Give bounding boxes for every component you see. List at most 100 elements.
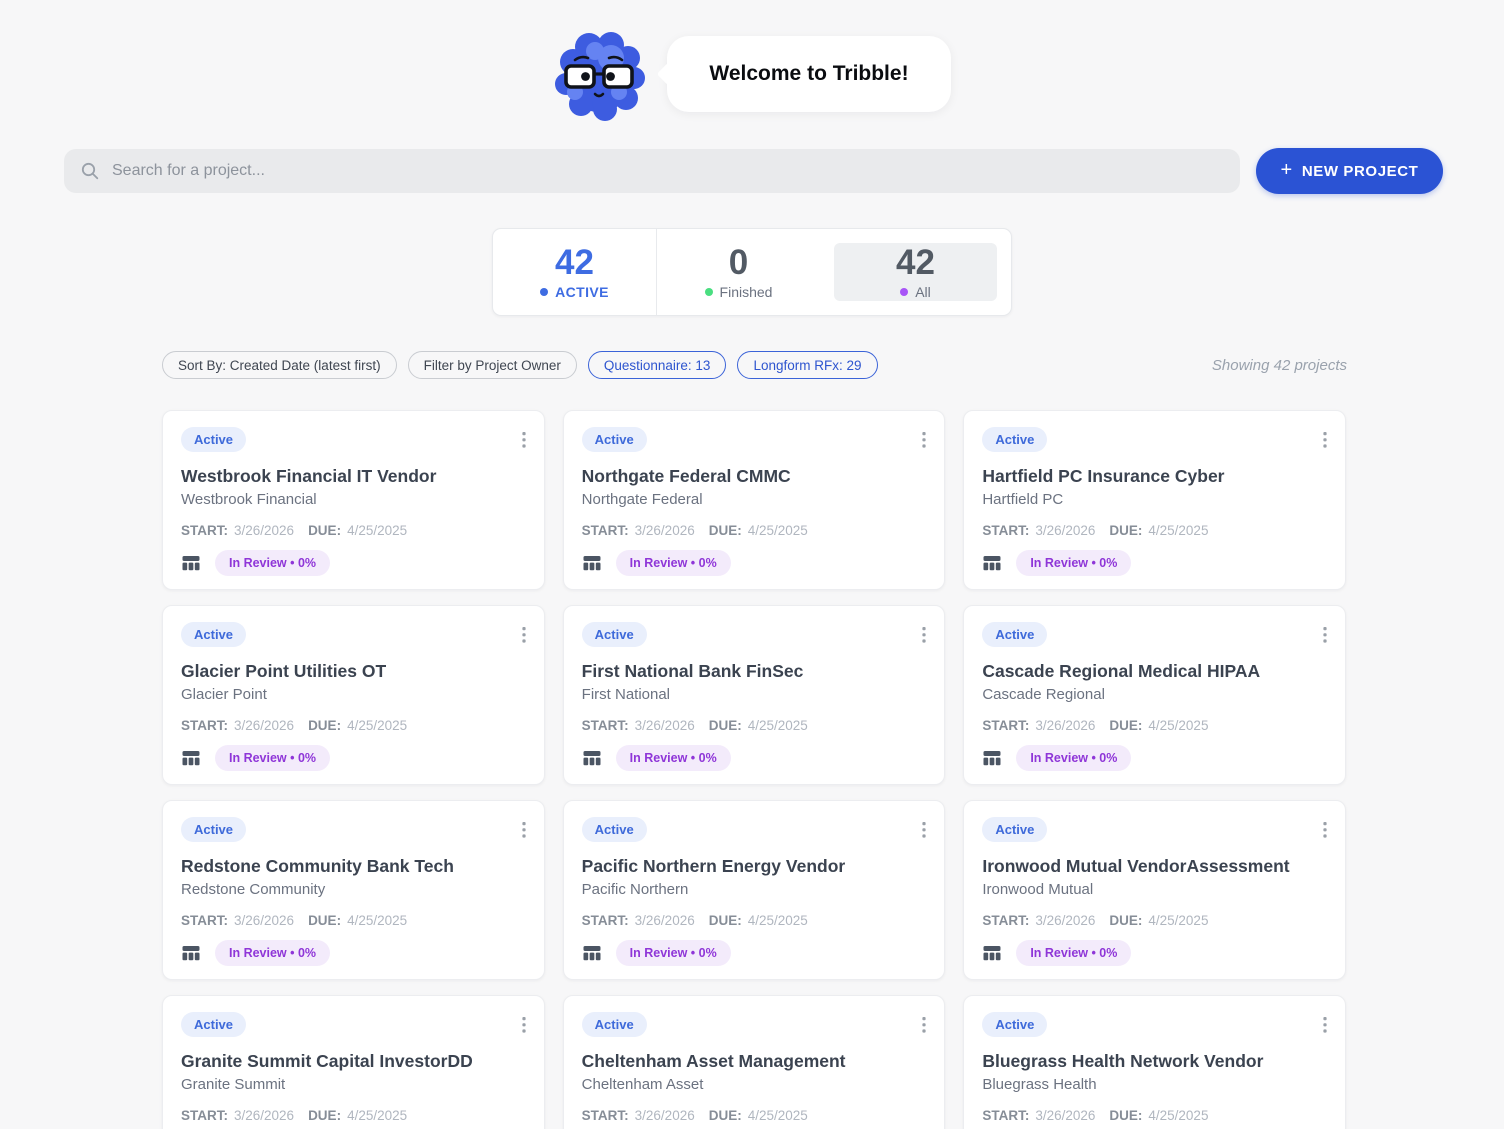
status-badge: Active [181,622,247,647]
kebab-menu-icon[interactable] [518,1013,530,1042]
review-status-badge: In Review • 0% [615,745,731,771]
stat-active[interactable]: 42 ACTIVE [493,229,656,315]
project-grid: Active Westbrook Financial IT Vendor Wes… [162,410,1346,1129]
project-dates: START: 3/26/2026 DUE: 4/25/2025 [982,1108,1327,1123]
status-badge: Active [581,1012,647,1037]
stat-finished-label: Finished [719,283,773,300]
stats-card: 42 ACTIVE 0 Finished 42 All [492,228,1012,316]
kebab-menu-icon[interactable] [918,818,930,847]
plus-icon: + [1280,159,1293,181]
project-card[interactable]: Active Glacier Point Utilities OT Glacie… [162,605,545,785]
project-card[interactable]: Active Bluegrass Health Network Vendor B… [963,995,1346,1129]
due-label: DUE: [1109,1108,1143,1123]
review-status-badge: In Review • 0% [1016,940,1132,966]
due-date: 4/25/2025 [347,913,408,928]
project-card[interactable]: Active Cheltenham Asset Management Chelt… [562,995,946,1129]
all-dot-icon [900,287,909,296]
project-subtitle: Pacific Northern [581,881,689,898]
questionnaire-table-icon [583,946,601,961]
project-title: First National Bank FinSec [581,661,804,681]
due-label: DUE: [308,718,342,733]
project-subtitle: Cascade Regional [982,686,1105,703]
project-card[interactable]: Active Westbrook Financial IT Vendor Wes… [162,410,545,590]
questionnaire-chip[interactable]: Questionnaire: 13 [587,351,727,379]
kebab-menu-icon[interactable] [518,623,530,652]
start-date: 3/26/2026 [234,523,295,538]
project-footer: In Review • 0% [181,745,526,771]
project-subtitle: Glacier Point [181,686,267,703]
project-footer: In Review • 0% [582,745,927,771]
project-card[interactable]: Active Redstone Community Bank Tech Reds… [162,800,545,980]
longform-rfx-chip[interactable]: Longform RFx: 29 [737,351,878,379]
start-date: 3/26/2026 [634,1108,695,1123]
kebab-menu-icon[interactable] [1319,1013,1331,1042]
due-date: 4/25/2025 [1148,718,1209,733]
project-card[interactable]: Active First National Bank FinSec First … [562,605,946,785]
kebab-menu-icon[interactable] [1319,818,1331,847]
kebab-menu-icon[interactable] [1319,623,1331,652]
kebab-menu-icon[interactable] [918,1013,930,1042]
project-dates: START: 3/26/2026 DUE: 4/25/2025 [582,523,927,538]
stat-active-label: ACTIVE [555,283,609,300]
review-status-badge: In Review • 0% [615,940,731,966]
project-title: Ironwood Mutual VendorAssessment [982,856,1290,876]
review-status-badge: In Review • 0% [1016,550,1132,576]
status-badge: Active [581,427,647,452]
start-label: START: [982,913,1030,928]
project-card[interactable]: Active Pacific Northern Energy Vendor Pa… [562,800,946,980]
project-subtitle: First National [581,686,671,703]
status-badge: Active [181,427,247,452]
project-card[interactable]: Active Cascade Regional Medical HIPAA Ca… [963,605,1346,785]
welcome-bubble: Welcome to Tribble! [667,36,951,112]
sort-by-chip[interactable]: Sort By: Created Date (latest first) [162,351,397,379]
project-dates: START: 3/26/2026 DUE: 4/25/2025 [181,1108,526,1123]
project-card[interactable]: Active Granite Summit Capital InvestorDD… [162,995,545,1129]
kebab-menu-icon[interactable] [518,818,530,847]
project-subtitle: Cheltenham Asset [581,1076,704,1093]
project-card[interactable]: Active Northgate Federal CMMC Northgate … [562,410,946,590]
project-footer: In Review • 0% [181,550,526,576]
start-label: START: [581,718,629,733]
start-label: START: [181,1108,228,1123]
search-box[interactable] [64,149,1240,193]
project-dates: START: 3/26/2026 DUE: 4/25/2025 [982,718,1327,733]
kebab-menu-icon[interactable] [918,428,930,457]
stat-all[interactable]: 42 All [834,243,997,301]
project-card[interactable]: Active Hartfield PC Insurance Cyber Hart… [963,410,1346,590]
stat-finished[interactable]: 0 Finished [657,229,820,315]
project-card[interactable]: Active Ironwood Mutual VendorAssessment … [963,800,1346,980]
project-subtitle: Redstone Community [181,881,326,898]
due-label: DUE: [308,523,342,538]
project-footer: In Review • 0% [982,745,1327,771]
questionnaire-table-icon [182,751,200,766]
start-label: START: [581,523,629,538]
status-badge: Active [982,622,1048,647]
project-footer: In Review • 0% [982,550,1327,576]
questionnaire-table-icon [983,751,1001,766]
project-title: Glacier Point Utilities OT [181,661,387,681]
due-date: 4/25/2025 [1148,913,1209,928]
project-dates: START: 3/26/2026 DUE: 4/25/2025 [582,913,927,928]
questionnaire-table-icon [182,556,200,571]
due-label: DUE: [1109,913,1143,928]
questionnaire-table-icon [583,556,601,571]
start-label: START: [581,1108,629,1123]
review-status-badge: In Review • 0% [215,940,331,966]
project-subtitle: Hartfield PC [982,491,1064,508]
project-subtitle: Bluegrass Health [982,1076,1097,1093]
project-dates: START: 3/26/2026 DUE: 4/25/2025 [982,913,1327,928]
kebab-menu-icon[interactable] [918,623,930,652]
project-dates: START: 3/26/2026 DUE: 4/25/2025 [181,718,526,733]
due-date: 4/25/2025 [747,523,808,538]
due-date: 4/25/2025 [347,1108,408,1123]
kebab-menu-icon[interactable] [1319,428,1331,457]
search-input[interactable] [112,162,1224,180]
start-date: 3/26/2026 [634,523,695,538]
kebab-menu-icon[interactable] [518,428,530,457]
new-project-button[interactable]: + NEW PROJECT [1256,148,1443,194]
active-dot-icon [540,287,549,296]
filter-owner-chip[interactable]: Filter by Project Owner [407,351,577,379]
stat-finished-value: 0 [728,243,749,283]
due-label: DUE: [708,1108,742,1123]
start-label: START: [982,718,1030,733]
